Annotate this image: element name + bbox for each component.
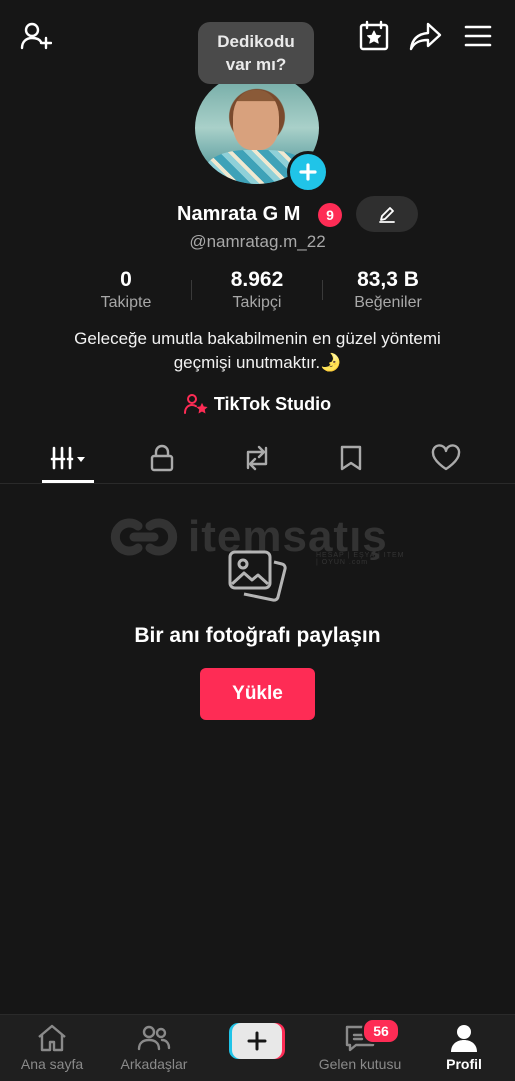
tabs-divider (0, 483, 515, 484)
username: @namratag.m_22 (189, 232, 326, 251)
tooltip-line-2: var mı? (225, 55, 287, 74)
bookmark-icon (340, 445, 362, 471)
stat-likes[interactable]: 83,3 B Beğeniler (328, 268, 448, 312)
empty-state-title: Bir anı fotoğrafı paylaşın (134, 624, 381, 647)
followers-label: Takipçi (232, 294, 282, 311)
nav-inbox-label: Gelen kutusu (318, 1056, 402, 1072)
friends-icon (137, 1025, 171, 1051)
profile-tabs (0, 436, 515, 484)
heart-icon (431, 444, 461, 471)
stat-divider (191, 280, 192, 300)
videos-grid-icon (50, 446, 85, 470)
share-icon[interactable] (406, 16, 446, 56)
bio-line-1: Geleceğe umutla bakabilmenin en güzel yö… (74, 329, 441, 348)
notification-badge[interactable]: 9 (318, 203, 342, 227)
creator-star-icon (183, 394, 208, 414)
nav-home[interactable]: Ana sayfa (2, 1015, 102, 1081)
tooltip-line-1: Dedikodu (217, 32, 295, 51)
display-name: Namrata G M (177, 203, 301, 225)
following-label: Takipte (100, 294, 152, 311)
status-tooltip[interactable]: Dedikodu var mı? (198, 22, 314, 84)
watermark-logo-icon (110, 518, 178, 556)
profile-icon (451, 1025, 477, 1052)
lock-icon (150, 444, 174, 472)
followers-count: 8.962 (230, 268, 284, 291)
nav-friends-label: Arkadaşlar (120, 1056, 188, 1072)
profile-name-row: Namrata G M 9 (0, 196, 515, 232)
nav-profile[interactable]: Profil (414, 1015, 514, 1081)
bio-line-2: geçmişi unutmaktır.🌛 (173, 353, 342, 372)
stat-following[interactable]: 0 Takipte (66, 268, 186, 312)
add-friend-icon[interactable] (16, 16, 56, 56)
tab-videos[interactable] (40, 436, 100, 480)
tab-reposts[interactable] (227, 436, 287, 480)
home-icon (38, 1024, 66, 1052)
following-count: 0 (120, 268, 132, 291)
calendar-star-icon[interactable] (354, 16, 394, 56)
add-story-plus-icon[interactable] (287, 151, 329, 193)
tiktok-studio-link[interactable]: TikTok Studio (0, 392, 515, 416)
upload-button[interactable]: Yükle (200, 668, 315, 720)
profile-bio[interactable]: Geleceğe umutla bakabilmenin en güzel yö… (30, 327, 485, 375)
stat-followers[interactable]: 8.962 Takipçi (197, 268, 317, 312)
pencil-icon (379, 207, 395, 223)
nav-profile-label: Profil (446, 1056, 482, 1072)
menu-icon[interactable] (458, 16, 498, 56)
inbox-badge: 56 (362, 1018, 400, 1044)
plus-icon (232, 1023, 282, 1059)
tab-liked[interactable] (416, 436, 476, 480)
photo-stack-icon (226, 548, 290, 608)
nav-friends[interactable]: Arkadaşlar (104, 1015, 204, 1081)
likes-count: 83,3 B (357, 268, 419, 291)
edit-profile-button[interactable] (356, 196, 418, 232)
tab-favorites[interactable] (321, 436, 381, 480)
tab-private[interactable] (132, 436, 192, 480)
stat-divider (322, 280, 323, 300)
watermark-subtext: HESAP | EŞYA | ITEM | OYUN .com (316, 552, 405, 566)
create-button[interactable] (229, 1023, 285, 1059)
bottom-navigation: Ana sayfa Arkadaşlar 56 Gelen kutusu Pro… (0, 1014, 515, 1081)
nav-inbox[interactable]: 56 Gelen kutusu (310, 1015, 410, 1081)
nav-home-label: Ana sayfa (20, 1056, 84, 1072)
likes-label: Beğeniler (354, 294, 422, 311)
tiktok-studio-label: TikTok Studio (213, 393, 332, 414)
repost-icon (246, 445, 268, 471)
